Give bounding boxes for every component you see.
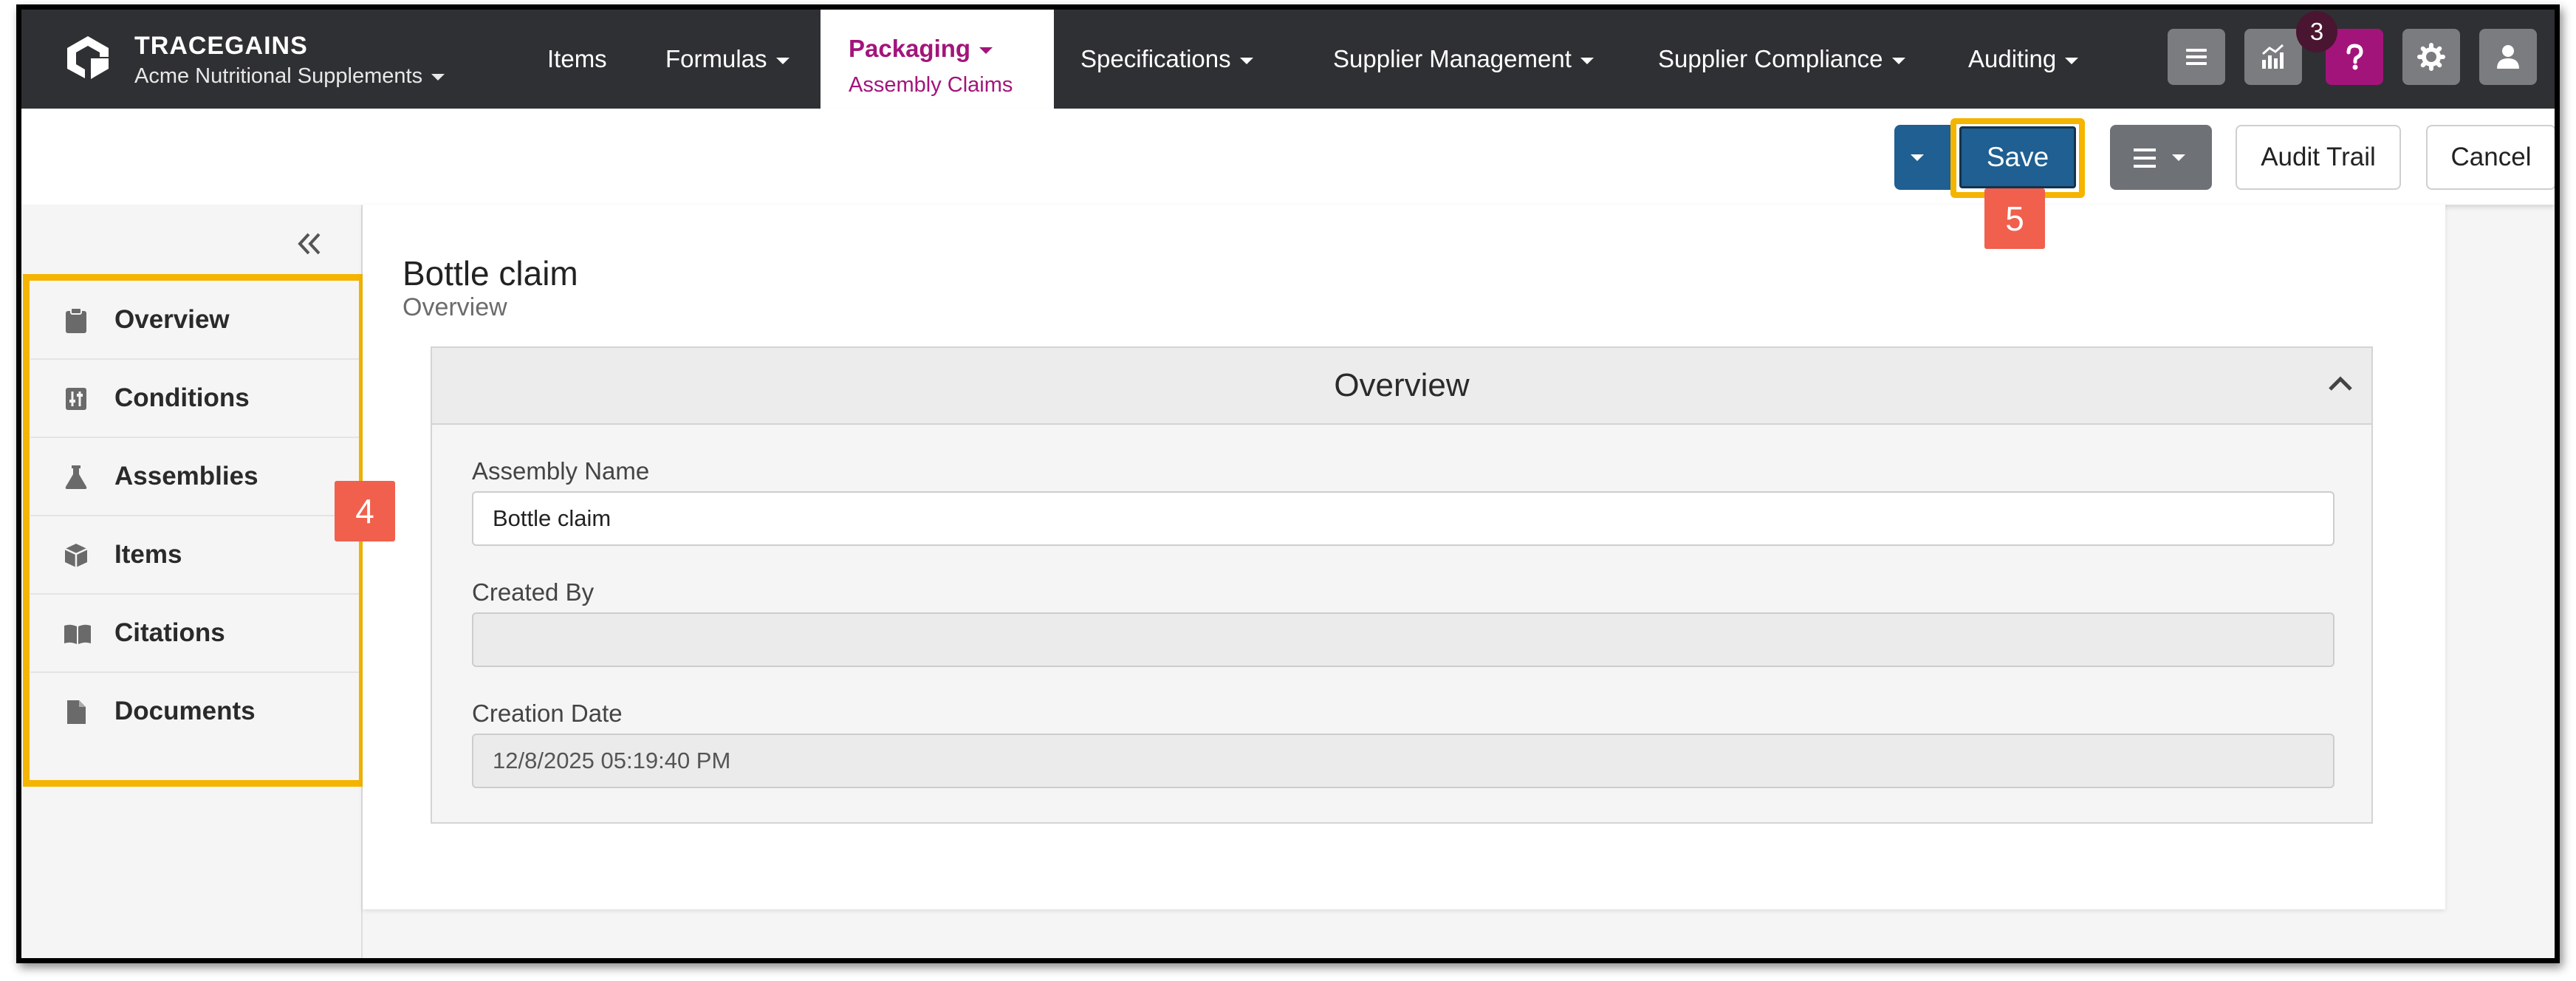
created-by-label: Created By <box>472 578 595 606</box>
chevron-down-icon <box>2172 154 2185 161</box>
panel-title: Overview <box>1334 367 1470 403</box>
chevron-down-icon <box>1911 154 1924 161</box>
created-by-field <box>472 612 2334 667</box>
menu-button[interactable] <box>2168 29 2225 85</box>
chevron-down-icon <box>775 57 789 64</box>
cancel-button[interactable]: Cancel <box>2426 125 2555 190</box>
hamburger-icon <box>2186 49 2207 65</box>
nav-packaging-label: Packaging <box>849 35 971 62</box>
nav-packaging[interactable]: Packaging Assembly Claims <box>821 10 1054 109</box>
chevron-up-icon[interactable] <box>2327 375 2354 392</box>
audit-trail-button[interactable]: Audit Trail <box>2236 125 2401 190</box>
chevron-down-icon <box>979 47 993 54</box>
gear-icon <box>2417 43 2445 71</box>
chart-icon <box>2262 44 2284 69</box>
nav-formulas-label: Formulas <box>665 45 767 72</box>
double-chevron-left-icon[interactable] <box>295 231 324 256</box>
question-icon <box>2346 44 2363 70</box>
more-actions-button[interactable] <box>2110 125 2212 190</box>
analytics-button[interactable] <box>2244 29 2302 85</box>
callout-badge-save: 5 <box>1984 188 2045 249</box>
top-nav: TRACEGAINS Acme Nutritional Supplements … <box>21 10 2555 109</box>
nav-specifications-label: Specifications <box>1080 45 1231 72</box>
callout-badge-sidebar: 4 <box>335 481 395 541</box>
nav-supplier-compliance-label: Supplier Compliance <box>1658 45 1883 72</box>
user-icon <box>2497 45 2519 69</box>
notification-badge: 3 <box>2296 11 2337 52</box>
page-subtitle: Overview <box>402 293 507 321</box>
nav-supplier-compliance[interactable]: Supplier Compliance <box>1658 10 1905 109</box>
creation-date-field: 12/8/2025 05:19:40 PM <box>472 734 2334 788</box>
chevron-down-icon <box>431 73 445 81</box>
overview-panel: Overview Assembly Name Created By Creati… <box>431 346 2373 824</box>
sidebar-highlight-frame <box>23 274 366 787</box>
chevron-down-icon <box>1891 57 1905 64</box>
main-content: Bottle claim Overview Overview Assembly … <box>363 205 2445 909</box>
nav-auditing-label: Auditing <box>1968 45 2057 72</box>
nav-specifications[interactable]: Specifications <box>1080 10 1253 109</box>
nav-items[interactable]: Items <box>547 10 607 109</box>
organization-name: Acme Nutritional Supplements <box>134 64 423 88</box>
nav-formulas[interactable]: Formulas <box>665 10 789 109</box>
user-account-button[interactable] <box>2479 29 2537 85</box>
nav-items-label: Items <box>547 45 607 72</box>
action-bar: Save Audit Trail Cancel <box>21 109 2555 205</box>
overview-panel-header[interactable]: Overview <box>432 348 2371 425</box>
brand-name: TRACEGAINS <box>134 32 308 60</box>
settings-button[interactable] <box>2402 29 2460 85</box>
nav-supplier-management[interactable]: Supplier Management <box>1333 10 1594 109</box>
creation-date-label: Creation Date <box>472 700 623 727</box>
sidebar: Overview Conditions Assemblies Items Cit… <box>21 205 366 958</box>
organization-switcher[interactable]: Acme Nutritional Supplements <box>134 64 445 89</box>
page-title: Bottle claim <box>402 254 578 293</box>
nav-supplier-management-label: Supplier Management <box>1333 45 1572 72</box>
assembly-name-label: Assembly Name <box>472 457 650 485</box>
list-icon <box>2134 148 2156 168</box>
app-window: TRACEGAINS Acme Nutritional Supplements … <box>16 4 2560 963</box>
chevron-down-icon <box>1239 57 1253 64</box>
tracegains-logo-icon[interactable] <box>63 32 114 85</box>
chevron-down-icon <box>2065 57 2079 64</box>
assembly-name-input[interactable] <box>472 491 2334 546</box>
save-button[interactable]: Save <box>1959 126 2076 188</box>
save-options-dropdown[interactable] <box>1894 125 1952 190</box>
nav-packaging-sublabel: Assembly Claims <box>849 73 1013 97</box>
nav-auditing[interactable]: Auditing <box>1968 10 2079 109</box>
chevron-down-icon <box>1580 57 1594 64</box>
